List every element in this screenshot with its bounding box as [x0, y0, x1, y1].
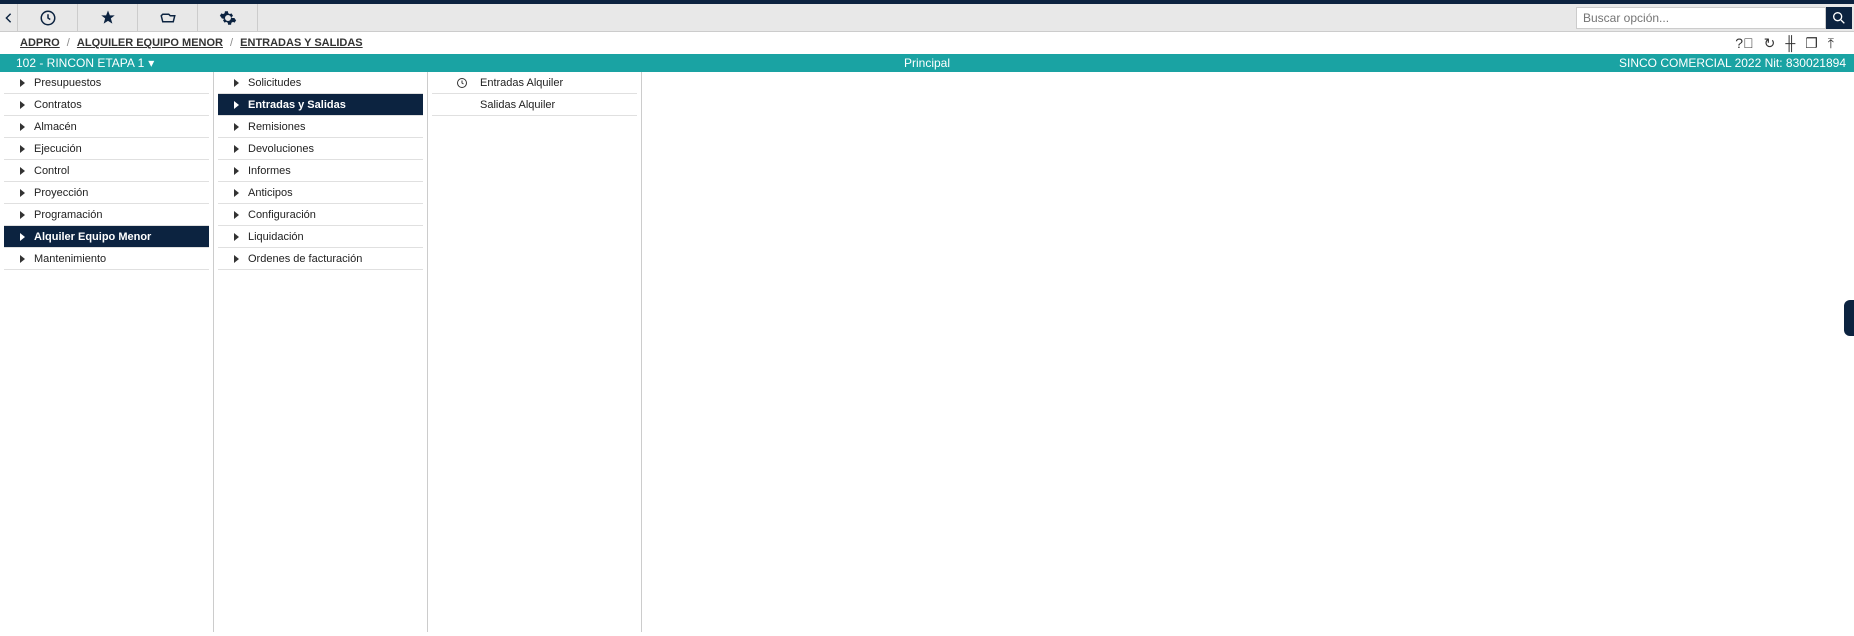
menu-item-label: Presupuestos: [34, 77, 101, 89]
col1-item-1[interactable]: Contratos: [4, 94, 209, 116]
back-icon[interactable]: [0, 4, 18, 31]
caret-right-icon: [20, 233, 25, 241]
col1-item-6[interactable]: Programación: [4, 204, 209, 226]
menu-item-label: Anticipos: [248, 187, 293, 199]
col3-item-1[interactable]: Salidas Alquiler: [432, 94, 637, 116]
col2-item-0[interactable]: Solicitudes: [218, 72, 423, 94]
col2-item-2[interactable]: Remisiones: [218, 116, 423, 138]
caret-right-icon: [234, 211, 239, 219]
popout-icon[interactable]: ❐: [1805, 36, 1818, 50]
col1-item-4[interactable]: Control: [4, 160, 209, 182]
col1-item-8[interactable]: Mantenimiento: [4, 248, 209, 270]
caret-right-icon: [20, 101, 25, 109]
search-box: [1574, 4, 1854, 31]
col2-item-6[interactable]: Configuración: [218, 204, 423, 226]
caret-right-icon: [234, 167, 239, 175]
menu-item-label: Remisiones: [248, 121, 305, 133]
col2-item-8[interactable]: Ordenes de facturación: [218, 248, 423, 270]
nav-col-2: Solicitudes Entradas y Salidas Remisiones D…: [214, 72, 428, 632]
caret-right-icon: [234, 189, 239, 197]
col1-item-7[interactable]: Alquiler Equipo Menor: [4, 226, 209, 248]
menu-item-label: Informes: [248, 165, 291, 177]
menu-item-label: Entradas y Salidas: [248, 99, 346, 111]
split-icon[interactable]: ╫: [1785, 36, 1795, 50]
gear-icon[interactable]: [198, 4, 258, 31]
breadcrumb-item-1[interactable]: ALQUILER EQUIPO MENOR: [77, 37, 223, 49]
col2-item-5[interactable]: Anticipos: [218, 182, 423, 204]
caret-right-icon: [234, 101, 239, 109]
company-info: SINCO COMERCIAL 2022 Nit: 830021894: [1619, 56, 1854, 70]
menu-item-label: Control: [34, 165, 69, 177]
chevron-down-icon: ▾: [148, 56, 154, 70]
folder-icon[interactable]: [138, 4, 198, 31]
toolbar: [0, 4, 1854, 32]
col1-item-0[interactable]: Presupuestos: [4, 72, 209, 94]
col1-item-2[interactable]: Almacén: [4, 116, 209, 138]
caret-right-icon: [234, 145, 239, 153]
menu-item-label: Ejecución: [34, 143, 82, 155]
breadcrumb-item-2[interactable]: ENTRADAS Y SALIDAS: [240, 37, 362, 49]
nav-col-1: Presupuestos Contratos Almacén Ejecución Con…: [0, 72, 214, 632]
caret-right-icon: [234, 79, 239, 87]
menu-item-label: Devoluciones: [248, 143, 314, 155]
caret-right-icon: [20, 189, 25, 197]
col2-item-3[interactable]: Devoluciones: [218, 138, 423, 160]
menu-item-label: Programación: [34, 209, 102, 221]
side-panel-handle[interactable]: [1844, 300, 1854, 336]
project-label: 102 - RINCON ETAPA 1: [16, 56, 144, 70]
leaf-item-label: Salidas Alquiler: [480, 99, 555, 111]
menu-item-label: Proyección: [34, 187, 88, 199]
collapse-icon[interactable]: ⤒: [1828, 36, 1834, 50]
menu-item-label: Mantenimiento: [34, 253, 106, 265]
caret-right-icon: [234, 233, 239, 241]
star-icon[interactable]: [78, 4, 138, 31]
col1-item-3[interactable]: Ejecución: [4, 138, 209, 160]
caret-right-icon: [234, 255, 239, 263]
menu-item-label: Almacén: [34, 121, 77, 133]
breadcrumb-item-0[interactable]: ADPRO: [20, 37, 60, 49]
breadcrumb: ADPRO / ALQUILER EQUIPO MENOR / ENTRADAS…: [20, 37, 363, 49]
menu-item-label: Ordenes de facturación: [248, 253, 362, 265]
refresh-icon[interactable]: ↻: [1764, 36, 1776, 50]
caret-right-icon: [20, 145, 25, 153]
caret-right-icon: [20, 211, 25, 219]
leaf-item-label: Entradas Alquiler: [480, 77, 563, 89]
search-input[interactable]: [1576, 7, 1826, 29]
caret-right-icon: [20, 79, 25, 87]
clock-icon[interactable]: [18, 4, 78, 31]
project-selector[interactable]: 102 - RINCON ETAPA 1 ▾: [0, 56, 154, 70]
col1-item-5[interactable]: Proyección: [4, 182, 209, 204]
menu-item-label: Configuración: [248, 209, 316, 221]
menu-item-label: Contratos: [34, 99, 82, 111]
col2-item-7[interactable]: Liquidación: [218, 226, 423, 248]
caret-right-icon: [20, 255, 25, 263]
search-button[interactable]: [1826, 7, 1852, 29]
menu-item-label: Solicitudes: [248, 77, 301, 89]
col3-item-0[interactable]: Entradas Alquiler: [432, 72, 637, 94]
menu-item-label: Alquiler Equipo Menor: [34, 231, 151, 243]
col2-item-4[interactable]: Informes: [218, 160, 423, 182]
caret-right-icon: [20, 123, 25, 131]
breadcrumb-tools: ?⃣ ↻ ╫ ❐ ⤒: [1735, 36, 1834, 50]
caret-right-icon: [20, 167, 25, 175]
view-title: Principal: [904, 56, 950, 70]
context-bar: 102 - RINCON ETAPA 1 ▾ Principal SINCO C…: [0, 54, 1854, 72]
clock-icon: [456, 77, 468, 89]
caret-right-icon: [234, 123, 239, 131]
nav-col-3: Entradas Alquiler Salidas Alquiler: [428, 72, 642, 632]
col2-item-1[interactable]: Entradas y Salidas: [218, 94, 423, 116]
help-icon[interactable]: ?⃣: [1735, 36, 1753, 50]
menu-item-label: Liquidación: [248, 231, 304, 243]
